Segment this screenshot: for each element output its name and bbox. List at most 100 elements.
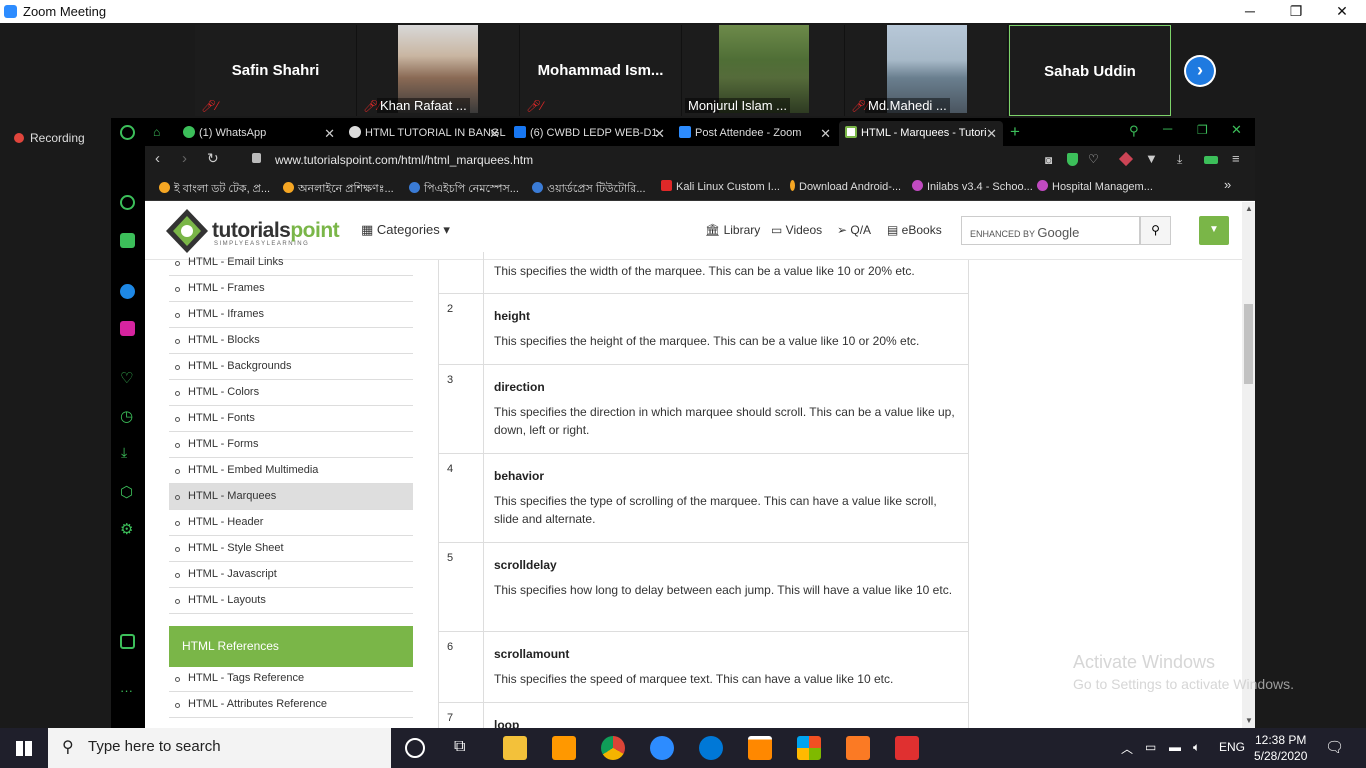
page-scrollbar[interactable]: ▲ ▼	[1242, 202, 1255, 728]
minimize-button[interactable]: ─	[1227, 2, 1273, 22]
tab-zoom[interactable]: Post Attendee - Zoom ✕	[673, 121, 837, 146]
close-tab-icon[interactable]: ✕	[820, 121, 831, 146]
speed-dial-icon[interactable]	[120, 195, 135, 210]
tab-html-tutorial[interactable]: HTML TUTORIAL IN BANGL ✕	[343, 121, 506, 146]
vpn-icon[interactable]: ▼	[1145, 151, 1158, 166]
nav-item-active[interactable]: HTML - Marquees	[169, 484, 413, 510]
menu-icon[interactable]: ≡	[1232, 151, 1240, 166]
bookmark-item[interactable]: Hospital Managem...	[1037, 180, 1153, 193]
restore-icon[interactable]: ❐	[1197, 123, 1208, 137]
clock[interactable]: 12:38 PM 5/28/2020	[1254, 732, 1307, 764]
nav-item[interactable]: HTML - Colors	[169, 380, 413, 406]
search-tabs-icon[interactable]: ⚲	[1129, 123, 1139, 139]
tab-facebook[interactable]: (6) CWBD LEDP WEB-D1 ✕	[508, 121, 671, 146]
twitch-icon[interactable]	[120, 233, 135, 248]
cortana-icon[interactable]	[405, 738, 425, 758]
downloads-icon[interactable]: ⤓	[121, 444, 127, 461]
scroll-down-icon[interactable]: ▼	[1245, 716, 1253, 725]
nav-qa[interactable]: ➢ Q/A	[837, 223, 871, 237]
back-icon[interactable]: ‹	[155, 150, 160, 167]
instagram-icon[interactable]	[120, 321, 135, 336]
tab-whatsapp[interactable]: (1) WhatsApp ✕	[177, 121, 341, 146]
battery-icon[interactable]	[1204, 156, 1218, 164]
extension-icon[interactable]	[1118, 151, 1134, 167]
bookmark-item[interactable]: ই বাংলা ডট টেক, প্র...	[159, 180, 270, 199]
bookmark-item[interactable]: Kali Linux Custom I...	[661, 180, 780, 193]
bookmark-item[interactable]: Inilabs v3.4 - Schoo...	[912, 180, 1033, 193]
tab-html-marquees[interactable]: HTML - Marquees - Tutori ✕	[839, 121, 1003, 146]
nav-item[interactable]: HTML - Javascript	[169, 562, 413, 588]
xampp-icon[interactable]	[846, 736, 870, 760]
bookmark-item[interactable]: অনলাইনে প্রশিক্ষণঃ...	[283, 180, 394, 199]
download-icon[interactable]: ⤓	[1177, 152, 1182, 167]
participant-tile-active-speaker[interactable]: Sahab Uddin	[1009, 25, 1171, 116]
task-view-icon[interactable]: ⧉	[454, 738, 465, 756]
menu-dropdown-button[interactable]: ▼	[1199, 216, 1229, 245]
participant-tile[interactable]: Mohammad Ism... 🎤︎⁄	[520, 25, 682, 116]
extensions-icon[interactable]: ⬡	[120, 483, 133, 501]
restore-button[interactable]: ❐	[1273, 2, 1319, 22]
bookmark-item[interactable]: Download Android-...	[790, 180, 901, 193]
gamepad-icon[interactable]: ⌂	[153, 125, 160, 139]
heart-icon[interactable]: ♡	[1088, 152, 1099, 166]
more-bookmarks-icon[interactable]: »	[1224, 177, 1231, 192]
participant-tile[interactable]: Monjurul Islam ...	[682, 25, 845, 116]
settings-gear-icon[interactable]: ⚙	[120, 520, 133, 538]
scroll-up-icon[interactable]: ▲	[1245, 204, 1253, 213]
search-button[interactable]: ⚲	[1140, 216, 1171, 245]
nav-item[interactable]: HTML - Attributes Reference	[169, 692, 413, 718]
close-button[interactable]: ✕	[1319, 2, 1365, 22]
close-tab-icon[interactable]: ✕	[489, 121, 500, 146]
nav-item[interactable]: HTML - Forms	[169, 432, 413, 458]
battery-saver-icon[interactable]	[120, 634, 135, 649]
close-icon[interactable]: ✕	[1231, 122, 1242, 138]
minimize-icon[interactable]: ─	[1163, 121, 1172, 136]
nav-item[interactable]: HTML - Iframes	[169, 302, 413, 328]
history-icon[interactable]: ◷	[120, 407, 133, 425]
close-tab-icon[interactable]: ✕	[324, 121, 335, 146]
office-icon[interactable]	[797, 736, 821, 760]
nav-item[interactable]: HTML - Email Links	[169, 250, 413, 276]
nav-item[interactable]: HTML - Backgrounds	[169, 354, 413, 380]
reload-icon[interactable]: ↻	[207, 150, 219, 167]
nav-item[interactable]: HTML - Layouts	[169, 588, 413, 614]
heart-icon[interactable]: ♡	[120, 369, 133, 387]
forward-icon[interactable]: ›	[182, 150, 187, 167]
url-field[interactable]: www.tutorialspoint.com/html/html_marquee…	[275, 153, 533, 167]
participant-tile[interactable]: 🎤︎⁄ Khan Rafaat ...	[357, 25, 520, 116]
sublime-text-icon[interactable]	[552, 736, 576, 760]
search-input[interactable]: ENHANCED BY Google	[961, 216, 1140, 245]
opera-logo-icon[interactable]	[120, 125, 135, 140]
cyberlink-icon[interactable]	[895, 736, 919, 760]
tutorialspoint-logo-icon[interactable]	[165, 208, 209, 254]
battery-icon[interactable]: ▬	[1169, 740, 1181, 754]
chevron-up-icon[interactable]: ︿	[1121, 740, 1133, 757]
participant-tile[interactable]: Safin Shahri 🎤︎⁄	[195, 25, 357, 116]
taskbar-search-input[interactable]: ⚲ Type here to search	[48, 728, 391, 768]
close-tab-icon[interactable]: ✕	[986, 121, 997, 146]
edge-icon[interactable]	[699, 736, 723, 760]
close-tab-icon[interactable]: ✕	[654, 121, 665, 146]
nav-item[interactable]: HTML - Fonts	[169, 406, 413, 432]
nav-item[interactable]: HTML - Header	[169, 510, 413, 536]
notifications-icon[interactable]: 🗨︎	[1325, 738, 1344, 756]
nav-item[interactable]: HTML - Frames	[169, 276, 413, 302]
more-icon[interactable]: ···	[120, 683, 133, 698]
nav-item[interactable]: HTML - Embed Multimedia	[169, 458, 413, 484]
vlc-icon[interactable]	[748, 736, 772, 760]
chrome-icon[interactable]	[601, 736, 625, 760]
messenger-icon[interactable]	[120, 284, 135, 299]
language-indicator[interactable]: ENG	[1219, 740, 1245, 754]
new-tab-icon[interactable]: +	[1010, 122, 1020, 142]
camera-icon[interactable]: ◙	[1045, 153, 1052, 167]
nav-item[interactable]: HTML - Blocks	[169, 328, 413, 354]
file-explorer-icon[interactable]	[503, 736, 527, 760]
scrollbar-thumb[interactable]	[1244, 304, 1253, 384]
nav-item[interactable]: HTML - Tags Reference	[169, 666, 413, 692]
nav-item[interactable]: HTML - Style Sheet	[169, 536, 413, 562]
bookmark-item[interactable]: ওয়ার্ডপ্রেস টিউটোরি...	[532, 180, 646, 199]
nav-videos[interactable]: ▭ Videos	[771, 223, 822, 237]
participant-tile[interactable]: 🎤︎⁄ Md.Mahedi ...	[845, 25, 1008, 116]
network-icon[interactable]: ▭	[1145, 740, 1156, 754]
shield-icon[interactable]	[1067, 153, 1078, 166]
